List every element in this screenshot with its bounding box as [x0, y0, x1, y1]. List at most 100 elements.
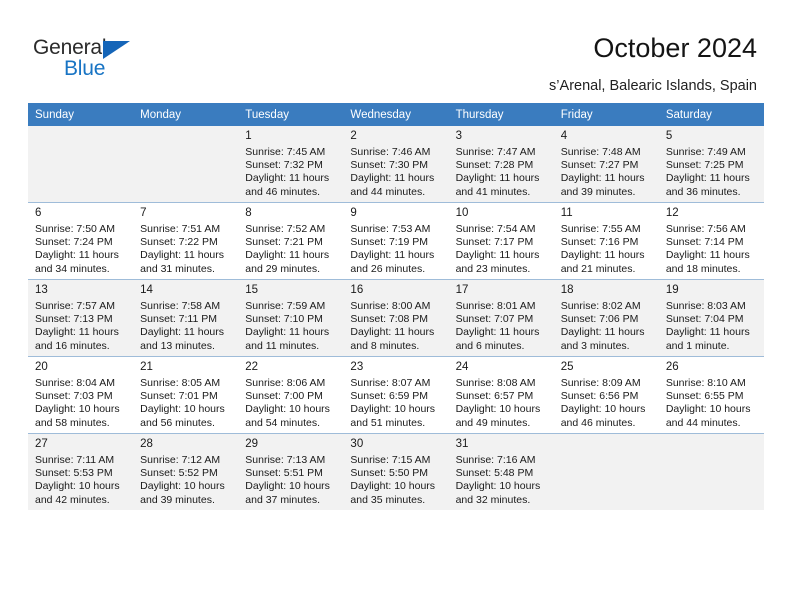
calendar-day-cell[interactable]: 25 Sunrise: 8:09 AM Sunset: 6:56 PM Dayligh… [553, 356, 659, 434]
calendar-day-cell[interactable]: 4 Sunrise: 7:48 AM Sunset: 7:27 PM Daylight… [553, 126, 659, 203]
sunrise-text: Sunrise: 8:10 AM [665, 377, 746, 389]
daylight-text: Daylight: 10 hours and 58 minutes. [35, 403, 120, 429]
sunrise-text: Sunrise: 7:53 AM [350, 223, 431, 235]
calendar-day-cell[interactable]: 2 Sunrise: 7:46 AM Sunset: 7:30 PM Daylight… [343, 126, 449, 203]
day-number: 14 [140, 284, 153, 296]
daylight-text: Daylight: 11 hours and 6 minutes. [455, 326, 540, 352]
sunset-text: Sunset: 7:07 PM [455, 313, 534, 326]
daylight-text: Daylight: 11 hours and 3 minutes. [560, 326, 645, 352]
sunset-text: Sunset: 7:22 PM [140, 236, 218, 249]
sunset-text: Sunset: 5:53 PM [35, 467, 113, 480]
daylight-text: Daylight: 10 hours and 49 minutes. [455, 403, 541, 429]
calendar-day-cell-inner: 24 Sunrise: 8:08 AM Sunset: 6:57 PM Dayligh… [448, 357, 554, 433]
sunrise-sunset-calendar: Sunday Monday Tuesday Wednesday Thursday… [28, 103, 764, 510]
day-number: 7 [140, 207, 147, 219]
sunset-text: Sunset: 6:55 PM [665, 390, 744, 403]
calendar-day-cell[interactable]: 8 Sunrise: 7:52 AM Sunset: 7:21 PM Daylight… [238, 202, 344, 280]
calendar-empty-cell [658, 433, 764, 510]
calendar-day-cell[interactable]: 19 Sunrise: 8:03 AM Sunset: 7:04 PM Dayligh… [658, 279, 764, 357]
daylight-text: Daylight: 10 hours and 42 minutes. [35, 480, 120, 506]
calendar-day-cell[interactable]: 17 Sunrise: 8:01 AM Sunset: 7:07 PM Dayligh… [448, 279, 554, 357]
daylight-text: Daylight: 11 hours and 1 minute. [665, 326, 750, 352]
calendar-day-cell[interactable]: 12 Sunrise: 7:56 AM Sunset: 7:14 PM Dayligh… [658, 202, 764, 280]
sunrise-text: Sunrise: 8:06 AM [245, 377, 326, 389]
day-number: 19 [665, 284, 679, 296]
calendar-week-row: 20 Sunrise: 8:04 AM Sunset: 7:03 PM Dayligh… [28, 356, 764, 434]
sunrise-text: Sunrise: 7:50 AM [35, 223, 115, 235]
calendar-day-cell[interactable]: 24 Sunrise: 8:08 AM Sunset: 6:57 PM Dayligh… [448, 356, 554, 434]
calendar-day-cell[interactable]: 5 Sunrise: 7:49 AM Sunset: 7:25 PM Daylight… [658, 126, 764, 203]
calendar-day-cell[interactable]: 7 Sunrise: 7:51 AM Sunset: 7:22 PM Daylight… [133, 202, 239, 280]
sunrise-text: Sunrise: 8:03 AM [665, 300, 746, 312]
sunset-text: Sunset: 7:27 PM [560, 159, 639, 172]
day-number: 27 [35, 438, 48, 450]
calendar-day-cell[interactable]: 1 Sunrise: 7:45 AM Sunset: 7:32 PM Daylight… [238, 126, 344, 203]
sunrise-text: Sunrise: 7:45 AM [245, 146, 326, 158]
daylight-text: Daylight: 10 hours and 44 minutes. [665, 403, 751, 429]
calendar-day-cell[interactable]: 26 Sunrise: 8:10 AM Sunset: 6:55 PM Dayligh… [658, 356, 764, 434]
calendar-day-cell[interactable]: 23 Sunrise: 8:07 AM Sunset: 6:59 PM Dayligh… [343, 356, 449, 434]
calendar-week-row: 1 Sunrise: 7:45 AM Sunset: 7:32 PM Daylight… [28, 126, 764, 203]
sunset-text: Sunset: 7:28 PM [455, 159, 534, 172]
sunrise-text: Sunrise: 7:13 AM [245, 454, 326, 466]
calendar-day-cell-inner: 6 Sunrise: 7:50 AM Sunset: 7:24 PM Daylight… [28, 203, 134, 279]
sunrise-text: Sunrise: 8:05 AM [140, 377, 221, 389]
calendar-empty-cell-inner [658, 434, 764, 510]
calendar-day-cell[interactable]: 28 Sunrise: 7:12 AM Sunset: 5:52 PM Dayligh… [133, 433, 239, 510]
sunset-text: Sunset: 7:32 PM [245, 159, 323, 172]
calendar-day-cell-inner: 28 Sunrise: 7:12 AM Sunset: 5:52 PM Dayligh… [133, 434, 239, 510]
calendar-day-cell[interactable]: 18 Sunrise: 8:02 AM Sunset: 7:06 PM Dayligh… [553, 279, 659, 357]
sunset-text: Sunset: 7:24 PM [35, 236, 113, 249]
calendar-day-cell[interactable]: 14 Sunrise: 7:58 AM Sunset: 7:11 PM Dayligh… [133, 279, 239, 357]
sunset-text: Sunset: 7:13 PM [35, 313, 113, 326]
sunrise-text: Sunrise: 7:47 AM [455, 146, 536, 158]
calendar-day-cell-inner: 20 Sunrise: 8:04 AM Sunset: 7:03 PM Dayligh… [28, 357, 134, 433]
calendar-day-cell[interactable]: 10 Sunrise: 7:54 AM Sunset: 7:17 PM Dayligh… [448, 202, 554, 280]
calendar-day-cell[interactable]: 27 Sunrise: 7:11 AM Sunset: 5:53 PM Dayligh… [28, 433, 134, 510]
calendar-day-cell[interactable]: 22 Sunrise: 8:06 AM Sunset: 7:00 PM Dayligh… [238, 356, 344, 434]
calendar-day-cell[interactable]: 13 Sunrise: 7:57 AM Sunset: 7:13 PM Dayligh… [28, 279, 134, 357]
calendar-day-cell[interactable]: 15 Sunrise: 7:59 AM Sunset: 7:10 PM Dayligh… [238, 279, 344, 357]
calendar-day-cell[interactable]: 31 Sunrise: 7:16 AM Sunset: 5:48 PM Dayligh… [448, 433, 554, 510]
calendar-day-cell-inner: 11 Sunrise: 7:55 AM Sunset: 7:16 PM Dayligh… [553, 203, 659, 279]
calendar-day-cell[interactable]: 11 Sunrise: 7:55 AM Sunset: 7:16 PM Dayligh… [553, 202, 659, 280]
daylight-text: Daylight: 10 hours and 39 minutes. [140, 480, 225, 506]
daylight-text: Daylight: 11 hours and 13 minutes. [140, 326, 224, 352]
calendar-empty-cell [553, 433, 659, 510]
daylight-text: Daylight: 10 hours and 46 minutes. [560, 403, 646, 429]
day-number: 24 [455, 361, 469, 373]
day-number: 9 [350, 207, 357, 219]
sunset-text: Sunset: 5:48 PM [455, 467, 534, 480]
sunset-text: Sunset: 6:56 PM [560, 390, 639, 403]
calendar-day-cell[interactable]: 20 Sunrise: 8:04 AM Sunset: 7:03 PM Dayligh… [28, 356, 134, 434]
calendar-day-cell[interactable]: 9 Sunrise: 7:53 AM Sunset: 7:19 PM Daylight… [343, 202, 449, 280]
sunrise-text: Sunrise: 7:52 AM [245, 223, 326, 235]
daylight-text: Daylight: 10 hours and 54 minutes. [245, 403, 330, 429]
calendar-day-cell[interactable]: 21 Sunrise: 8:05 AM Sunset: 7:01 PM Dayligh… [133, 356, 239, 434]
sunrise-text: Sunrise: 7:12 AM [140, 454, 221, 466]
calendar-day-cell[interactable]: 16 Sunrise: 8:00 AM Sunset: 7:08 PM Dayligh… [343, 279, 449, 357]
calendar-day-cell[interactable]: 30 Sunrise: 7:15 AM Sunset: 5:50 PM Dayligh… [343, 433, 449, 510]
column-header-thursday: Thursday [448, 103, 554, 126]
calendar-day-cell-inner: 3 Sunrise: 7:47 AM Sunset: 7:28 PM Daylight… [448, 126, 554, 202]
sunset-text: Sunset: 7:19 PM [350, 236, 429, 249]
sunset-text: Sunset: 6:59 PM [350, 390, 429, 403]
day-number: 4 [560, 130, 568, 142]
calendar-day-cell[interactable]: 29 Sunrise: 7:13 AM Sunset: 5:51 PM Dayligh… [238, 433, 344, 510]
calendar-day-cell-inner: 16 Sunrise: 8:00 AM Sunset: 7:08 PM Dayligh… [343, 280, 449, 356]
sunrise-text: Sunrise: 8:07 AM [350, 377, 431, 389]
general-blue-logo[interactable]: General Blue [33, 36, 173, 84]
calendar-day-cell-inner: 1 Sunrise: 7:45 AM Sunset: 7:32 PM Daylight… [238, 126, 344, 202]
calendar-day-cell-inner: 25 Sunrise: 8:09 AM Sunset: 6:56 PM Dayligh… [553, 357, 659, 433]
daylight-text: Daylight: 11 hours and 41 minutes. [455, 172, 540, 198]
sunset-text: Sunset: 7:17 PM [455, 236, 534, 249]
calendar-day-cell-inner: 22 Sunrise: 8:06 AM Sunset: 7:00 PM Dayligh… [238, 357, 344, 433]
sunrise-text: Sunrise: 8:08 AM [455, 377, 536, 389]
calendar-day-cell[interactable]: 3 Sunrise: 7:47 AM Sunset: 7:28 PM Daylight… [448, 126, 554, 203]
calendar-day-cell[interactable]: 6 Sunrise: 7:50 AM Sunset: 7:24 PM Daylight… [28, 202, 134, 280]
day-number: 1 [245, 130, 252, 142]
daylight-text: Daylight: 10 hours and 37 minutes. [245, 480, 330, 506]
sunset-text: Sunset: 7:14 PM [665, 236, 744, 249]
daylight-text: Daylight: 10 hours and 32 minutes. [455, 480, 541, 506]
calendar-empty-cell-inner [133, 126, 239, 202]
